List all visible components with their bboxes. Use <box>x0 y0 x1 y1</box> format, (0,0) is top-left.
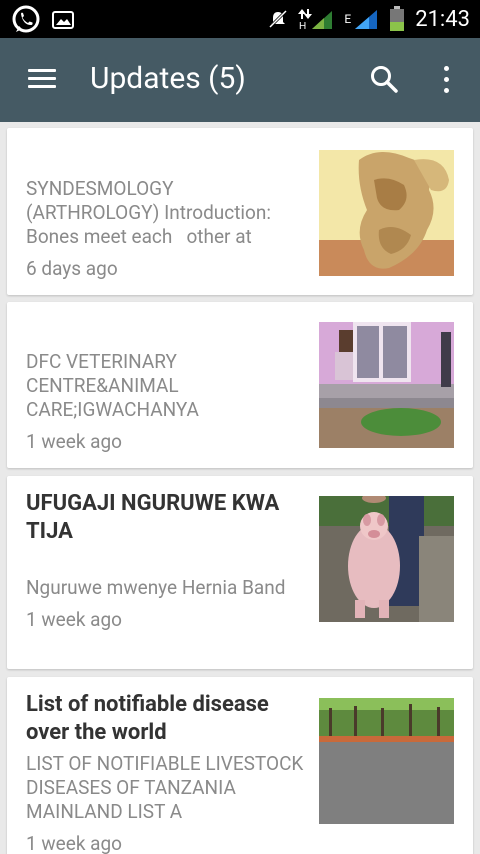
post-description: SYNDESMOLOGY (ARTHROLOGY) Introduction: … <box>26 177 276 248</box>
whatsapp-icon <box>10 4 42 36</box>
status-bar: H E 21:43 <box>0 0 480 38</box>
post-time: 6 days ago <box>26 257 118 280</box>
post-thumbnail <box>319 150 454 276</box>
post-time: 1 week ago <box>26 608 123 631</box>
svg-text:H: H <box>299 21 306 31</box>
menu-icon[interactable] <box>28 69 56 89</box>
status-time: 21:43 <box>415 6 470 32</box>
data-arrows-icon: H <box>298 7 334 31</box>
post-thumbnail <box>319 496 454 622</box>
network-type-label: E <box>344 12 352 26</box>
post-time: 1 week ago <box>26 430 123 453</box>
battery-icon <box>389 6 405 32</box>
post-description: Nguruwe mwenye Hernia Band <box>26 576 286 599</box>
post-title: List of notifiable disease over the worl… <box>26 692 269 745</box>
post-thumbnail <box>319 322 454 448</box>
mute-icon <box>268 9 288 29</box>
search-icon[interactable] <box>369 64 399 94</box>
post-card[interactable]: UFUGAJI NGURUWE KWA TIJA Nguruwe mwenye … <box>7 476 473 669</box>
post-thumbnail <box>319 698 454 824</box>
page-title: Updates (5) <box>90 61 246 96</box>
more-vert-icon[interactable] <box>440 66 452 94</box>
post-card[interactable]: DFC VETERINARY CENTRE&ANIMAL CARE;IGWACH… <box>7 302 473 468</box>
post-card[interactable]: List of notifiable disease over the worl… <box>7 677 473 854</box>
app-bar: Updates (5) <box>0 38 480 122</box>
signal-icon: E <box>344 8 379 30</box>
post-card[interactable]: SYNDESMOLOGY (ARTHROLOGY) Introduction: … <box>7 128 473 295</box>
post-description: LIST OF NOTIFIABLE LIVESTOCK DISEASES OF… <box>26 752 304 823</box>
post-description: DFC VETERINARY CENTRE&ANIMAL CARE;IGWACH… <box>26 350 199 421</box>
post-title: UFUGAJI NGURUWE KWA TIJA <box>26 491 280 544</box>
image-icon <box>52 11 74 29</box>
post-time: 1 week ago <box>26 832 123 854</box>
